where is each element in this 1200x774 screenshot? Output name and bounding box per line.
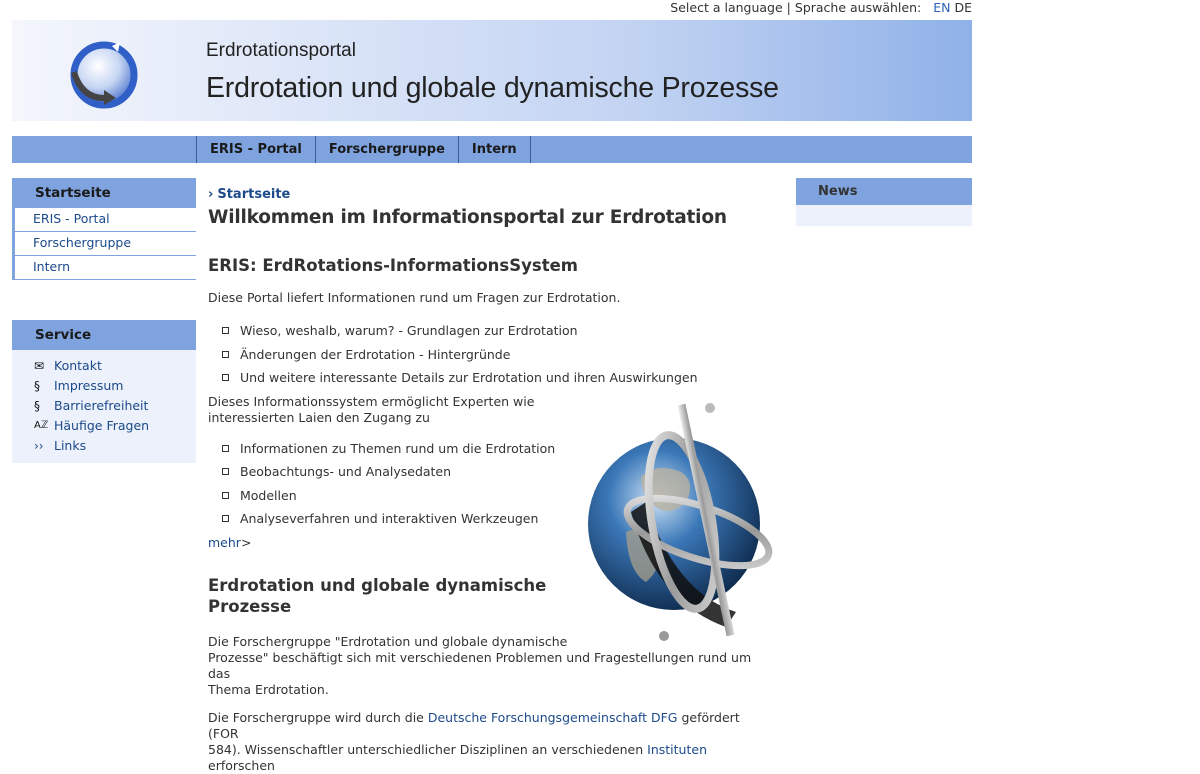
news-panel bbox=[796, 205, 972, 226]
more-arrow-icon: > bbox=[240, 534, 252, 550]
service-link-haeufige-fragen[interactable]: Häufige Fragen bbox=[54, 416, 149, 436]
topnav-item-eris-portal[interactable]: ERIS - Portal bbox=[197, 136, 316, 163]
lang-en-link[interactable]: EN bbox=[933, 0, 950, 15]
section-icon: § bbox=[34, 399, 40, 413]
intro-paragraph: Diese Portal liefert Informationen rund … bbox=[208, 290, 621, 305]
section-heading-eris: ERIS: ErdRotations-InformationsSystem bbox=[208, 256, 578, 275]
institute-link[interactable]: Instituten bbox=[647, 742, 707, 757]
service-link-barrierefreiheit[interactable]: Barrierefreiheit bbox=[54, 396, 148, 416]
section2-heading-line1: Erdrotation und globale dynamische bbox=[208, 575, 547, 595]
envelope-icon: ✉ bbox=[34, 359, 45, 373]
dfg-paragraph: Die Forschergruppe wird durch die Deutsc… bbox=[208, 710, 758, 774]
header-banner: Erdrotationsportal Erdrotation und globa… bbox=[12, 20, 972, 121]
service-link-impressum[interactable]: Impressum bbox=[54, 376, 123, 396]
sidebar-nav: ERIS - Portal Forschergruppe Intern bbox=[12, 208, 196, 280]
earth-rotation-logo-icon[interactable] bbox=[64, 38, 140, 112]
forschergruppe-paragraph: Die Forschergruppe "Erdrotation und glob… bbox=[208, 634, 758, 698]
service-link-links[interactable]: Links bbox=[54, 436, 86, 456]
site-title: Erdrotation und globale dynamische Proze… bbox=[206, 72, 779, 104]
dfg-text-c: 584). Wissenschaftler unterschiedlicher … bbox=[208, 741, 648, 757]
site-name: Erdrotationsportal bbox=[206, 40, 356, 61]
sidebar-item-forschergruppe[interactable]: Forschergruppe bbox=[12, 232, 196, 256]
breadcrumb-startseite[interactable]: Startseite bbox=[217, 187, 290, 202]
top-nav-items: ERIS - Portal Forschergruppe Intern bbox=[196, 136, 531, 163]
service-item-barrierefreiheit[interactable]: § Barrierefreiheit bbox=[12, 396, 196, 416]
access-paragraph-line1: Dieses Informationssystem ermöglicht Exp… bbox=[208, 393, 535, 409]
gyroscope-globe-image bbox=[588, 403, 773, 641]
sidebar-item-eris-portal[interactable]: ERIS - Portal bbox=[12, 208, 196, 232]
lang-de-link[interactable]: DE bbox=[954, 0, 972, 15]
more-link[interactable]: mehr bbox=[208, 535, 241, 550]
dfg-text-d: erforschen bbox=[208, 757, 275, 773]
service-heading: Service bbox=[12, 320, 196, 350]
sidebar-heading-startseite[interactable]: Startseite bbox=[12, 178, 196, 208]
sidebar-item-label[interactable]: Forschergruppe bbox=[33, 235, 131, 250]
dfg-link[interactable]: Deutsche Forschungsgemeinschaft DFG bbox=[428, 710, 678, 725]
service-item-links[interactable]: ›› Links bbox=[12, 436, 196, 456]
sidebar-item-label[interactable]: Intern bbox=[33, 259, 70, 274]
double-chevron-icon: ›› bbox=[34, 439, 44, 453]
right-sidebar: News bbox=[796, 178, 972, 226]
topnav-item-forschergruppe[interactable]: Forschergruppe bbox=[316, 136, 459, 163]
fg-line3: Thema Erdrotation. bbox=[208, 681, 329, 697]
section2-heading-line2: Prozesse bbox=[208, 596, 292, 616]
fg-line1: Die Forschergruppe "Erdrotation und glob… bbox=[208, 633, 568, 649]
language-bar: Select a language | Sprache auswählen: EN DE bbox=[12, 0, 972, 19]
breadcrumb: › Startseite bbox=[208, 187, 758, 202]
select-language-label: Select a language bbox=[670, 0, 783, 15]
chevron-right-icon: › bbox=[208, 187, 214, 202]
top-navigation: ERIS - Portal Forschergruppe Intern bbox=[12, 136, 972, 163]
language-separator: | bbox=[786, 0, 791, 15]
service-item-haeufige-fragen[interactable]: Aℤ Häufige Fragen bbox=[12, 416, 196, 436]
section-icon: § bbox=[34, 379, 40, 393]
topnav-item-intern[interactable]: Intern bbox=[459, 136, 531, 163]
fg-line2: Prozesse" beschäftigt sich mit verschied… bbox=[208, 649, 752, 681]
sprache-label: Sprache auswählen: bbox=[794, 0, 922, 15]
page-title: Willkommen im Informationsportal zur Erd… bbox=[208, 207, 727, 228]
dfg-text-a: Die Forschergruppe wird durch die bbox=[208, 709, 428, 725]
service-link-kontakt[interactable]: Kontakt bbox=[54, 356, 102, 376]
service-list: ✉ Kontakt § Impressum § Barrierefreiheit… bbox=[12, 350, 196, 463]
list-item: Und weitere interessante Details zur Erd… bbox=[208, 370, 758, 386]
az-icon: Aℤ bbox=[34, 420, 49, 431]
list-item: Wieso, weshalb, warum? - Grundlagen zur … bbox=[208, 323, 758, 339]
service-item-impressum[interactable]: § Impressum bbox=[12, 376, 196, 396]
list-item: Änderungen der Erdrotation - Hintergründ… bbox=[208, 347, 758, 363]
news-heading: News bbox=[796, 178, 972, 205]
left-sidebar: Startseite ERIS - Portal Forschergruppe … bbox=[12, 178, 196, 463]
access-paragraph-line2: interessierten Laien den Zugang zu bbox=[208, 409, 430, 425]
topics-list: Wieso, weshalb, warum? - Grundlagen zur … bbox=[208, 323, 758, 386]
service-item-kontakt[interactable]: ✉ Kontakt bbox=[12, 356, 196, 376]
service-box: Service ✉ Kontakt § Impressum § Barriere… bbox=[12, 320, 196, 463]
sidebar-item-intern[interactable]: Intern bbox=[12, 256, 196, 280]
sidebar-item-label[interactable]: ERIS - Portal bbox=[33, 211, 110, 226]
